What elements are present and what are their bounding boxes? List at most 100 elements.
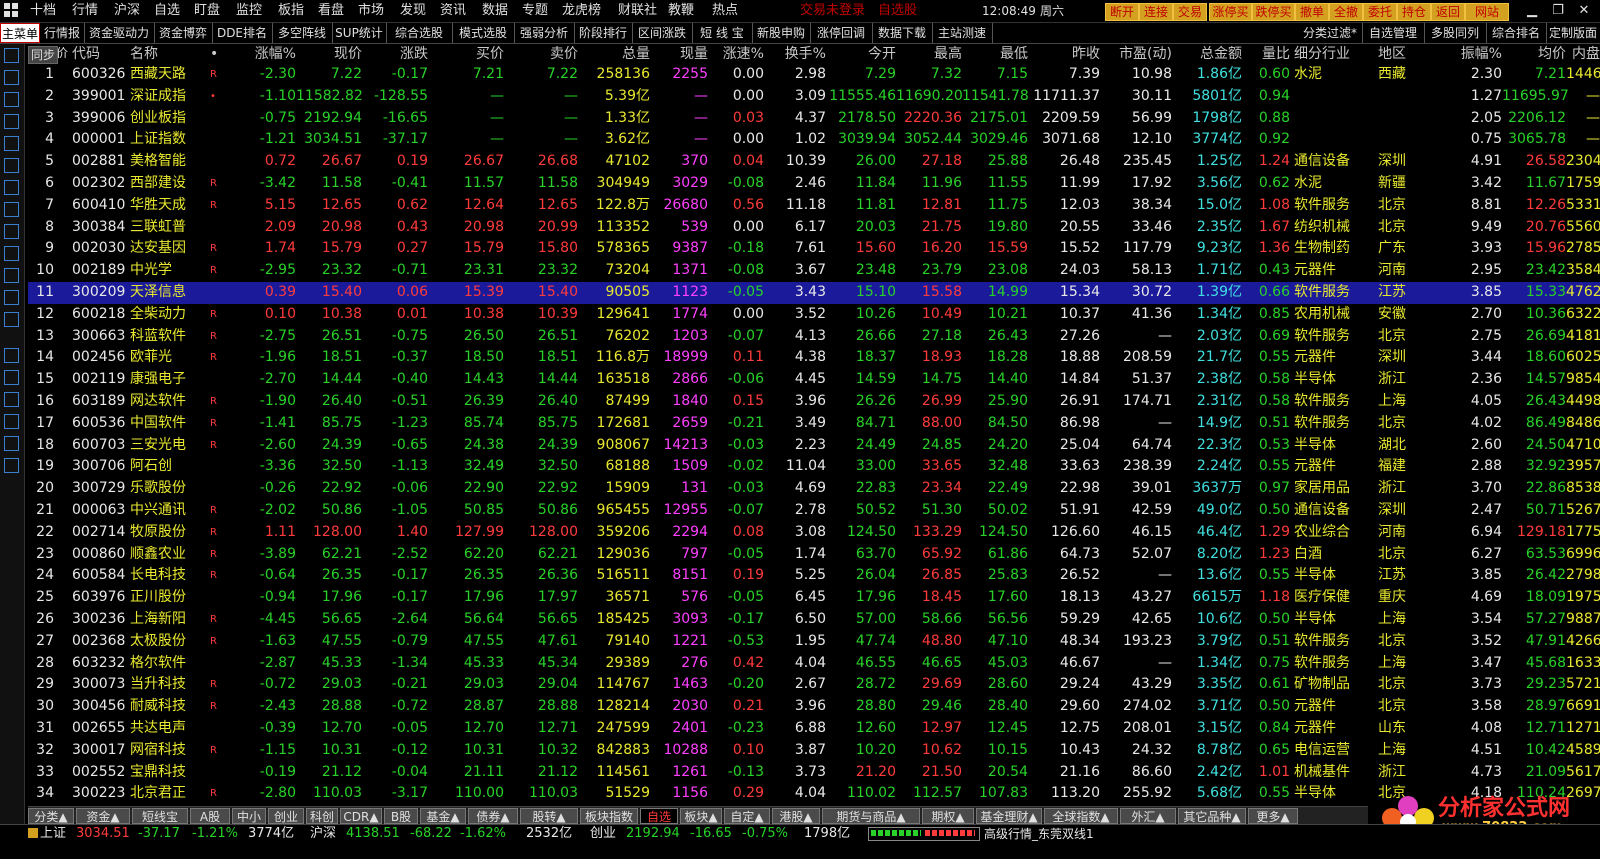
table-row[interactable]: 9 002030 达安基因 R 1.74 15.79 0.27 15.79 15.80 57836…	[28, 238, 1600, 260]
table-row[interactable]: 15 002119 康强电子 -2.70 14.44 -0.40 14.43 14.44 163…	[28, 369, 1600, 391]
col-header-amp[interactable]: 振幅%	[1436, 44, 1502, 64]
table-row[interactable]: 4 000001 上证指数 -1.21 3034.51 -37.17 — — 3.62亿 — 0.0…	[28, 129, 1600, 151]
menu-item[interactable]: 资讯	[440, 0, 466, 22]
quick-button[interactable]: 委托	[1363, 3, 1397, 21]
category-tab[interactable]: CDR▲	[340, 808, 382, 824]
app-logo-icon[interactable]	[4, 3, 18, 17]
table-row[interactable]: 21 000063 中兴通讯 R -2.02 50.86 -1.05 50.85 50.86 96…	[28, 500, 1600, 522]
table-row[interactable]: 5 002881 美格智能 0.72 26.67 0.19 26.67 26.68 47102 3…	[28, 151, 1600, 173]
col-header-vol[interactable]: 总量	[578, 44, 650, 64]
table-row[interactable]: 34 300223 北京君正 R -2.80 110.03 -3.17 110.00 110.0…	[28, 783, 1600, 805]
menu-item[interactable]: 自选	[154, 0, 180, 22]
chart-icon[interactable]	[4, 136, 19, 151]
category-tab[interactable]: 资金▲	[76, 808, 130, 824]
col-header-cur[interactable]: 现量	[650, 44, 708, 64]
category-tab[interactable]: B股	[384, 808, 418, 824]
func-tab[interactable]: 定制版面	[1546, 23, 1600, 43]
col-header-speed[interactable]: 涨速%	[708, 44, 764, 64]
quick-button[interactable]: 全撤	[1329, 3, 1363, 21]
info-icon[interactable]	[4, 224, 19, 239]
menu-item[interactable]: 专题	[522, 0, 548, 22]
menu-item[interactable]: 盯盘	[194, 0, 220, 22]
func-tab[interactable]: 综合选股	[386, 23, 453, 43]
table-row[interactable]: 28 603232 格尔软件 -2.87 45.33 -1.34 45.33 45.34 293…	[28, 653, 1600, 675]
col-header-mark[interactable]: •	[210, 44, 220, 64]
category-tab[interactable]: 中小	[232, 808, 266, 824]
category-tab[interactable]: 科创	[306, 808, 338, 824]
down-arrow-icon[interactable]	[4, 70, 19, 85]
table-row[interactable]: 16 603189 网达软件 R -1.90 26.40 -0.51 26.39 26.40 87…	[28, 391, 1600, 413]
func-tab[interactable]: 强弱分析	[514, 23, 575, 43]
server-name[interactable]: 高级行情_东莞双线1	[984, 825, 1094, 843]
menu-item[interactable]: 沪深	[114, 0, 140, 22]
table-row[interactable]: 22 002714 牧原股份 R 1.11 128.00 1.40 127.99 128.00 3…	[28, 522, 1600, 544]
menu-item[interactable]: 热点	[712, 0, 738, 22]
menu-item[interactable]: 龙虎榜	[562, 0, 601, 22]
table-row[interactable]: 8 300384 三联虹普 2.09 20.98 0.43 20.98 20.99 113352…	[28, 217, 1600, 239]
category-tab[interactable]: 短线宝	[132, 808, 188, 824]
func-tab[interactable]: 分类过滤*	[1298, 23, 1363, 43]
category-tab[interactable]: 全球指数▲	[1044, 808, 1118, 824]
table-row[interactable]: 3 399006 创业板指 -0.75 2192.94 -16.65 — — 1.33亿 — 0.0…	[28, 108, 1600, 130]
category-tab[interactable]: 基金▲	[420, 808, 466, 824]
category-tab[interactable]: A股	[190, 808, 230, 824]
zoom-icon[interactable]	[4, 392, 19, 407]
restore-icon[interactable]: ❐	[1548, 2, 1568, 20]
menu-item[interactable]: 财联社	[618, 0, 657, 22]
col-header-pct[interactable]: 涨幅%	[222, 44, 296, 64]
table-row[interactable]: 30 300456 耐威科技 R -2.43 28.88 -0.72 28.87 28.88 12…	[28, 696, 1600, 718]
category-tab[interactable]: 创业	[268, 808, 304, 824]
quick-button[interactable]: 撤单	[1295, 3, 1329, 21]
category-tab[interactable]: 其它品种▲	[1178, 808, 1246, 824]
quick-button[interactable]: 交易	[1173, 3, 1207, 21]
print-icon[interactable]	[4, 436, 19, 451]
func-tab[interactable]: 主站测速	[932, 23, 993, 43]
func-tab[interactable]: 行情报价	[40, 23, 85, 60]
kline-icon[interactable]	[4, 158, 19, 173]
list-icon[interactable]	[4, 290, 19, 305]
col-header-low[interactable]: 最低	[962, 44, 1028, 64]
table-row[interactable]: 19 300706 阿石创 -3.36 32.50 -1.13 32.49 32.50 6818…	[28, 456, 1600, 478]
table-row[interactable]: 10 002189 中光学 R -2.95 23.32 -0.71 23.31 23.32 732…	[28, 260, 1600, 282]
table-row[interactable]: 18 600703 三安光电 R -2.60 24.39 -0.65 24.38 24.39 90…	[28, 435, 1600, 457]
col-header-amt[interactable]: 总金额	[1172, 44, 1242, 64]
category-tab[interactable]: 股转▲	[520, 808, 578, 824]
table-row[interactable]: 1 600326 西藏天路 R -2.30 7.22 -0.17 7.21 7.22 258136…	[28, 64, 1600, 86]
col-header-ask[interactable]: 卖价	[504, 44, 578, 64]
f10-icon[interactable]	[4, 202, 19, 217]
col-header-name[interactable]: 名称	[130, 44, 212, 64]
table-row[interactable]: 32 300017 网宿科技 R -1.15 10.31 -0.12 10.31 10.32 84…	[28, 740, 1600, 762]
calc-icon[interactable]	[4, 246, 19, 261]
func-tab[interactable]: 数据下载	[872, 23, 933, 43]
col-header-turn[interactable]: 换手%	[764, 44, 826, 64]
col-header-bid[interactable]: 买价	[428, 44, 504, 64]
menu-item[interactable]: 行情	[72, 0, 98, 22]
table-row[interactable]: 14 002456 欧菲光 R -1.96 18.51 -0.37 18.50 18.51 116…	[28, 347, 1600, 369]
table-row[interactable]: 27 002368 太极股份 R -1.63 47.55 -0.79 47.55 47.61 79…	[28, 631, 1600, 653]
col-header-ind[interactable]: 细分行业	[1294, 44, 1378, 64]
func-tab[interactable]: 多股同列	[1424, 23, 1487, 43]
table-row[interactable]: 20 300729 乐歌股份 -0.26 22.92 -0.06 22.90 22.92 159…	[28, 478, 1600, 500]
category-tab[interactable]: 港股▲	[772, 808, 820, 824]
menu-item[interactable]: 板指	[278, 0, 304, 22]
func-tab[interactable]: 短 线 宝	[692, 23, 753, 43]
category-tab[interactable]: 分类▲	[28, 808, 74, 824]
quick-button[interactable]: 网站	[1465, 3, 1509, 21]
func-tab[interactable]: 资金驱动力	[84, 23, 155, 43]
func-tab[interactable]: 阶段排行	[574, 23, 633, 43]
table-row[interactable]: 11 300209 天泽信息 0.39 15.40 0.06 15.39 15.40 90505…	[28, 282, 1600, 304]
category-tab[interactable]: 板块▲	[680, 808, 722, 824]
folder-icon[interactable]	[4, 348, 19, 363]
func-tab[interactable]: 综合排名	[1486, 23, 1547, 43]
func-tab[interactable]: SUP统计	[332, 23, 387, 43]
func-tab[interactable]: 涨停回调	[810, 23, 873, 43]
globe-icon[interactable]	[4, 312, 19, 327]
table-row[interactable]: 25 603976 正川股份 -0.94 17.96 -0.17 17.96 17.97 365…	[28, 587, 1600, 609]
table-row[interactable]: 2 399001 深证成指 • -1.10 11582.82 -128.55 — — 5.39亿 —…	[28, 86, 1600, 108]
table-row[interactable]: 29 300073 当升科技 R -0.72 29.03 -0.21 29.03 29.04 11…	[28, 674, 1600, 696]
report-icon[interactable]	[4, 92, 19, 107]
category-tab[interactable]: 自定▲	[724, 808, 770, 824]
table-row[interactable]: 13 300663 科蓝软件 R -2.75 26.51 -0.75 26.50 26.51 76…	[28, 326, 1600, 348]
menu-item[interactable]: 看盘	[318, 0, 344, 22]
col-header-avg[interactable]: 均价	[1502, 44, 1566, 64]
